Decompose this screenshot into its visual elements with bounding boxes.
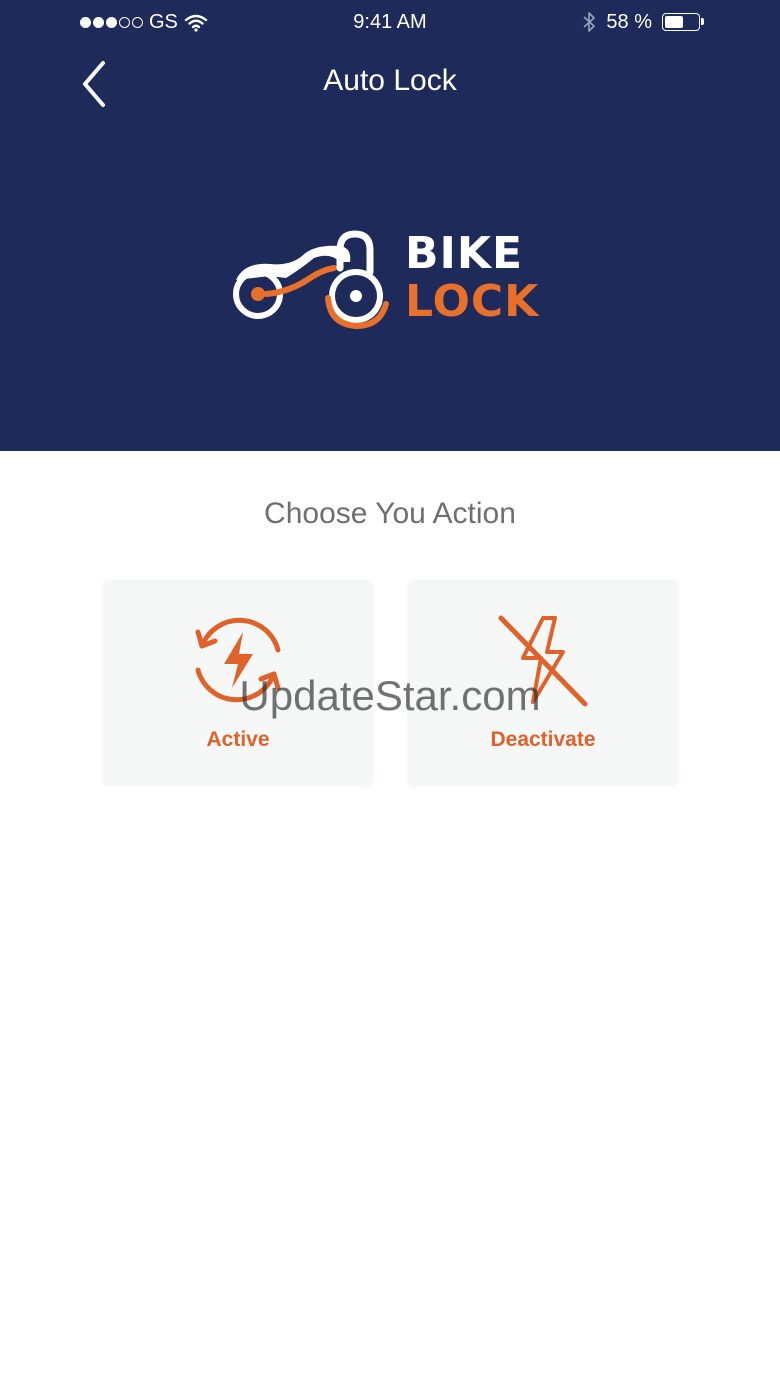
battery-fill [665,16,683,28]
logo-word-bike: BIKE [405,228,524,279]
back-button[interactable] [70,58,120,108]
refresh-bolt-icon [195,617,281,703]
deactivate-button[interactable]: Deactivate [408,580,678,785]
battery-icon [662,13,704,31]
status-bar: GS 9:41 AM 58 % [0,0,780,48]
logo-word-lock: LOCK [405,276,540,327]
deactivate-label: Deactivate [490,728,596,751]
active-button[interactable]: Active [103,580,373,785]
bluetooth-icon [583,12,596,32]
battery-nub [701,18,704,25]
status-right: 58 % [582,10,704,34]
header: GS 9:41 AM 58 % Auto Lock BIKE LOCK [0,0,780,451]
bolt-off-icon [498,615,588,707]
action-prompt: Choose You Action [264,497,516,530]
bike-lock-logo: BIKE LOCK [230,228,560,333]
active-label: Active [206,728,270,751]
nav-bar: Auto Lock [0,48,780,118]
logo-text: BIKE LOCK [405,232,539,324]
battery-percent: 58 % [606,10,652,33]
motorcycle-lock-icon [233,230,389,330]
chevron-left-icon [83,61,105,107]
